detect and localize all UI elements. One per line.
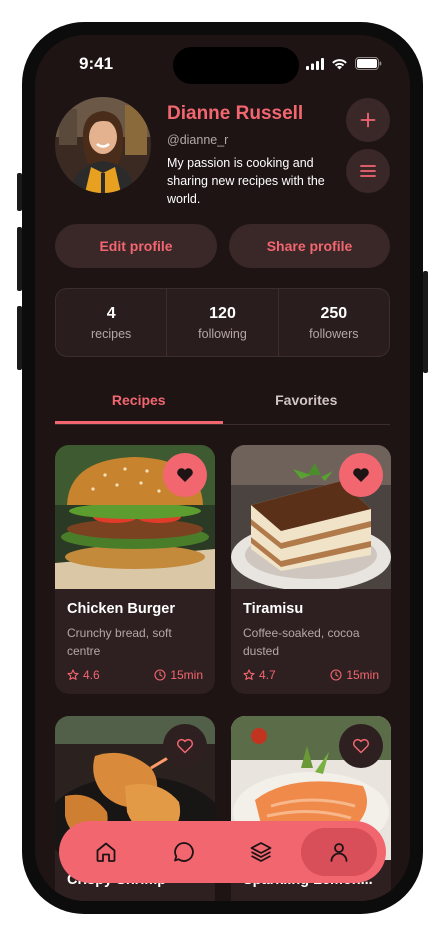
recipe-rating: 4.7 xyxy=(259,668,276,682)
power-button xyxy=(423,271,428,373)
recipe-card[interactable]: Tiramisu Coffee-soaked, cocoa dusted 4.7 xyxy=(231,445,391,694)
clock-icon xyxy=(330,669,342,681)
favorite-button[interactable] xyxy=(163,453,207,497)
recipe-time: 15min xyxy=(346,668,379,682)
stat-value: 250 xyxy=(320,304,348,322)
recipe-title: Tiramisu xyxy=(243,601,304,617)
share-profile-button[interactable]: Share profile xyxy=(229,224,390,268)
stat-value: 4 xyxy=(106,304,116,322)
chat-icon xyxy=(173,842,194,862)
nav-messages[interactable] xyxy=(146,828,222,876)
favorite-button[interactable] xyxy=(339,724,383,768)
heart-outline-icon xyxy=(176,738,194,754)
stat-recipes[interactable]: 4 recipes xyxy=(56,289,166,356)
recipe-image xyxy=(231,445,391,589)
phone-frame: 9:41 Dianne Russell @dianne_r My passion… xyxy=(22,22,423,914)
status-time: 9:41 xyxy=(79,54,114,73)
stats-panel: 4 recipes 120 following 250 followers xyxy=(55,288,390,357)
stat-following[interactable]: 120 following xyxy=(166,289,277,356)
star-icon xyxy=(67,669,79,680)
star-icon xyxy=(243,669,255,680)
stat-label: following xyxy=(198,326,247,341)
add-button[interactable] xyxy=(346,98,390,142)
profile-bio: My passion is cooking and sharing new re… xyxy=(167,156,325,206)
recipe-rating: 4.6 xyxy=(83,668,100,682)
recipe-time: 15min xyxy=(170,668,203,682)
stat-label: recipes xyxy=(91,326,132,341)
heart-filled-icon xyxy=(353,468,369,482)
menu-button[interactable] xyxy=(346,149,390,193)
battery-icon xyxy=(355,57,382,70)
recipe-card[interactable]: Chicken Burger Crunchy bread, soft centr… xyxy=(55,445,215,694)
edit-profile-button[interactable]: Edit profile xyxy=(55,224,217,268)
avatar[interactable] xyxy=(55,97,151,193)
profile-name: Dianne Russell xyxy=(167,103,304,124)
recipe-title: Chicken Burger xyxy=(67,601,175,617)
nav-profile[interactable] xyxy=(301,828,378,876)
nav-collections[interactable] xyxy=(223,828,299,876)
tab-bar: Recipes Favorites xyxy=(55,387,390,425)
user-icon xyxy=(330,843,348,862)
screen: 9:41 Dianne Russell @dianne_r My passion… xyxy=(35,35,410,901)
tab-recipes[interactable]: Recipes xyxy=(55,387,223,424)
favorite-button[interactable] xyxy=(163,724,207,768)
dynamic-island xyxy=(173,47,299,84)
layers-icon xyxy=(250,842,272,862)
stat-followers[interactable]: 250 followers xyxy=(277,289,389,356)
tab-favorites[interactable]: Favorites xyxy=(223,387,391,424)
bottom-nav xyxy=(59,821,386,883)
home-icon xyxy=(96,842,116,862)
recipe-description: Crunchy bread, soft centre xyxy=(67,626,172,658)
status-icons xyxy=(306,57,382,70)
wifi-icon xyxy=(332,58,347,69)
heart-filled-icon xyxy=(177,468,193,482)
stat-value: 120 xyxy=(209,304,236,322)
recipe-description: Coffee-soaked, cocoa dusted xyxy=(243,626,360,658)
stat-label: followers xyxy=(309,326,359,341)
plus-icon xyxy=(360,112,376,128)
recipe-image xyxy=(55,445,215,589)
heart-outline-icon xyxy=(352,738,370,754)
signal-icon xyxy=(306,57,324,70)
clock-icon xyxy=(154,669,166,681)
nav-home[interactable] xyxy=(68,828,144,876)
hamburger-icon xyxy=(360,165,376,177)
avatar-image xyxy=(55,97,151,193)
profile-handle: @dianne_r xyxy=(167,133,229,147)
favorite-button[interactable] xyxy=(339,453,383,497)
